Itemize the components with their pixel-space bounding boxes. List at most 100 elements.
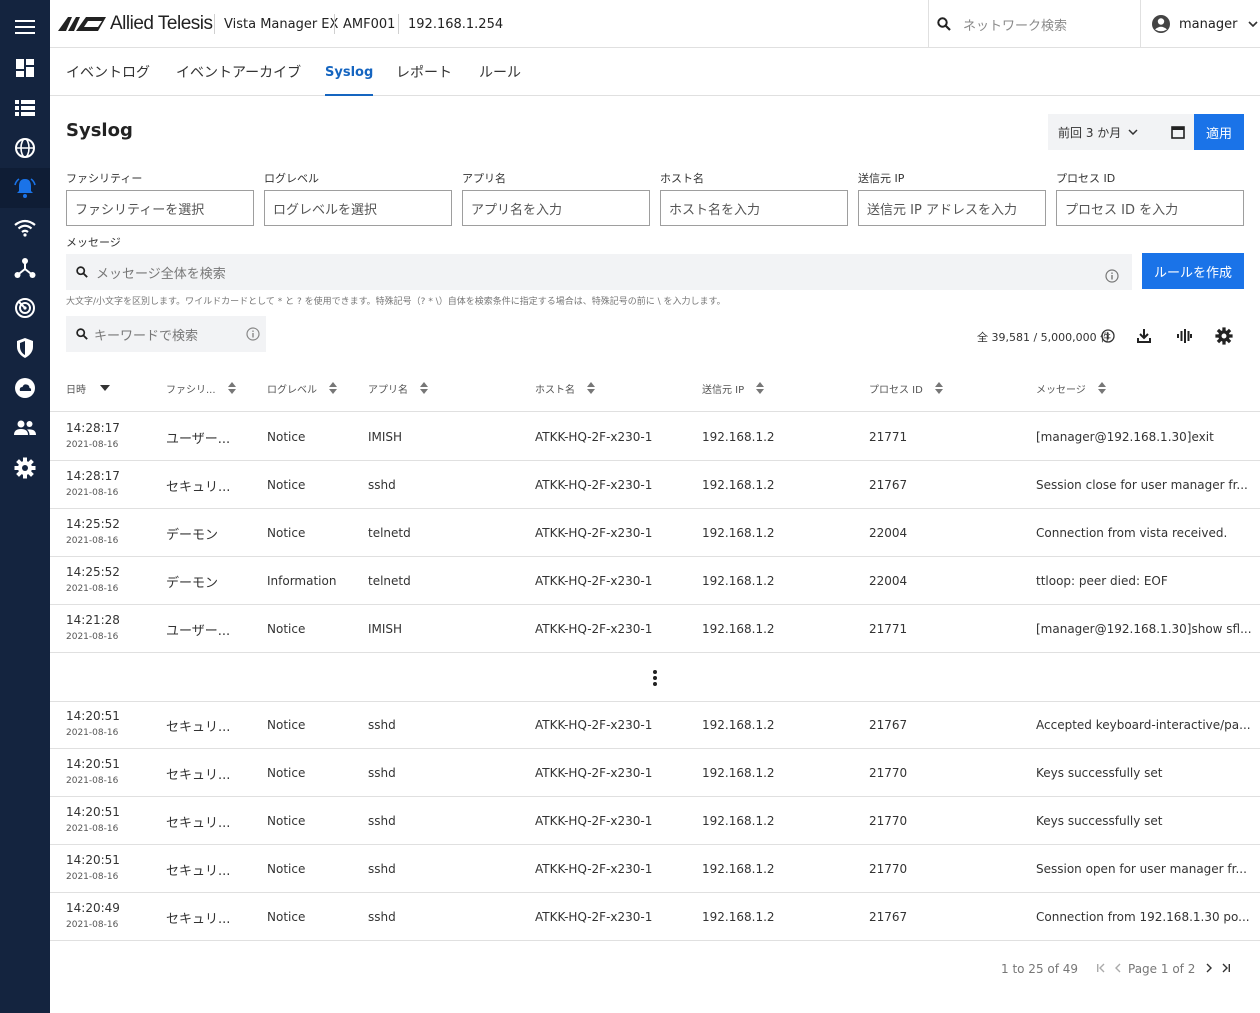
tab-event-log[interactable]: イベントログ <box>66 48 150 96</box>
download-icon[interactable] <box>1136 328 1152 344</box>
message-label: メッセージ <box>66 236 121 249</box>
menu-icon[interactable] <box>0 7 50 47</box>
apply-button[interactable]: 適用 <box>1194 114 1244 150</box>
first-page-icon[interactable] <box>1096 963 1106 973</box>
table-header: 日時 ファシリ... ログレベル アプリ名 ホスト名 送信元 IP プロセス I… <box>50 364 1260 412</box>
host-input[interactable]: ホスト名を入力 <box>660 190 848 226</box>
page-title: Syslog <box>66 120 133 141</box>
host-label: ホスト名 <box>660 172 704 185</box>
last-page-icon[interactable] <box>1221 963 1231 973</box>
globe-icon[interactable] <box>0 128 50 168</box>
srcip-label: 送信元 IP <box>858 172 905 185</box>
keyword-search[interactable]: キーワードで検索 <box>66 316 266 352</box>
list-icon[interactable] <box>0 88 50 128</box>
pagination-range: 1 to 25 of 49 <box>1001 962 1079 976</box>
date-range-value: 前回 3 か月 <box>1058 125 1122 140</box>
message-search[interactable]: メッセージ全体を検索 <box>66 254 1132 290</box>
rows-collapsed-indicator[interactable] <box>50 654 1260 702</box>
chevron-down-icon <box>1248 21 1259 27</box>
col-host[interactable]: ホスト名 <box>535 364 595 412</box>
allied-telesis-logo-icon <box>58 17 106 31</box>
record-count: 全 39,581 / 5,000,000 件 <box>977 331 1112 344</box>
user-menu[interactable]: manager <box>1140 0 1260 48</box>
tab-rule[interactable]: ルール <box>479 48 521 96</box>
radar-icon[interactable] <box>0 288 50 328</box>
facility-select[interactable]: ファシリティーを選択 <box>66 190 254 226</box>
table-row[interactable]: 14:21:28 2021-08-16 ユーザー... Notice IMISH … <box>50 605 1260 653</box>
loglevel-select[interactable]: ログレベルを選択 <box>264 190 452 226</box>
table-row[interactable]: 14:20:51 2021-08-16 セキュリ... Notice sshd A… <box>50 701 1260 749</box>
tab-report[interactable]: レポート <box>396 48 452 96</box>
tab-bar: イベントログ イベントアーカイブ Syslog レポート ルール <box>50 48 1260 96</box>
cloud-icon[interactable] <box>0 368 50 408</box>
device-name[interactable]: AMF001 <box>343 0 395 48</box>
brand-name: Allied Telesis <box>110 13 213 34</box>
col-loglevel[interactable]: ログレベル <box>267 364 337 412</box>
date-range-select[interactable]: 前回 3 か月 <box>1048 114 1194 150</box>
info-icon[interactable] <box>1105 269 1119 283</box>
table-row[interactable]: 14:25:52 2021-08-16 デーモン Notice telnetd A… <box>50 509 1260 557</box>
pagination-page: Page 1 of 2 <box>1128 962 1196 976</box>
app-input[interactable]: アプリ名を入力 <box>462 190 650 226</box>
create-rule-button[interactable]: ルールを作成 <box>1142 253 1244 289</box>
calendar-icon[interactable] <box>1171 125 1186 139</box>
search-hint: 大文字/小文字を区別します。ワイルドカードとして * と ? を使用できます。特… <box>66 297 726 307</box>
settings-icon[interactable] <box>1215 327 1233 345</box>
top-bar: Allied Telesis Vista Manager EX AMF001 1… <box>50 0 1260 48</box>
col-datetime[interactable]: 日時 <box>66 364 110 412</box>
topology-icon[interactable] <box>0 248 50 288</box>
tab-event-archive[interactable]: イベントアーカイブ <box>176 48 301 96</box>
table-row[interactable]: 14:20:51 2021-08-16 セキュリ... Notice sshd A… <box>50 845 1260 893</box>
wifi-icon[interactable] <box>0 208 50 248</box>
prev-page-icon[interactable] <box>1114 963 1122 973</box>
search-icon <box>76 266 88 278</box>
shield-icon[interactable] <box>0 328 50 368</box>
product-name: Vista Manager EX <box>224 16 339 32</box>
col-app[interactable]: アプリ名 <box>368 364 428 412</box>
table-row[interactable]: 14:28:17 2021-08-16 ユーザー... Notice IMISH … <box>50 413 1260 461</box>
waveform-icon[interactable] <box>1176 328 1192 344</box>
table-row[interactable]: 14:20:49 2021-08-16 セキュリ... Notice sshd A… <box>50 893 1260 941</box>
search-icon <box>76 328 88 340</box>
loglevel-label: ログレベル <box>264 172 319 185</box>
table-row[interactable]: 14:25:52 2021-08-16 デーモン Information teln… <box>50 557 1260 605</box>
sort-icon <box>420 382 428 394</box>
next-page-icon[interactable] <box>1205 963 1213 973</box>
info-icon[interactable] <box>246 327 260 341</box>
sort-icon <box>587 382 595 394</box>
chevron-down-icon <box>1128 129 1138 135</box>
network-search-input[interactable]: ネットワーク検索 <box>963 15 1067 34</box>
sidebar <box>0 0 50 1013</box>
more-vertical-icon <box>653 669 657 686</box>
sort-icon <box>756 382 765 394</box>
col-message[interactable]: メッセージ <box>1036 364 1106 412</box>
pid-label: プロセス ID <box>1056 172 1116 185</box>
pid-input[interactable]: プロセス ID を入力 <box>1056 190 1244 226</box>
users-icon[interactable] <box>0 408 50 448</box>
network-search[interactable]: ネットワーク検索 <box>928 0 1140 48</box>
col-facility[interactable]: ファシリ... <box>166 364 236 412</box>
dashboard-icon[interactable] <box>0 48 50 88</box>
gear-icon[interactable] <box>0 448 50 488</box>
account-circle-icon <box>1152 15 1170 33</box>
col-pid[interactable]: プロセス ID <box>869 364 943 412</box>
tab-syslog[interactable]: Syslog <box>325 48 374 96</box>
app-label: アプリ名 <box>462 172 506 185</box>
sort-icon <box>1097 382 1106 394</box>
user-name: manager <box>1179 16 1238 32</box>
sort-icon <box>227 382 236 394</box>
srcip-input[interactable]: 送信元 IP アドレスを入力 <box>858 190 1046 226</box>
table-row[interactable]: 14:20:51 2021-08-16 セキュリ... Notice sshd A… <box>50 797 1260 845</box>
sort-desc-icon <box>100 385 110 391</box>
brand-logo[interactable]: Allied Telesis <box>58 13 213 34</box>
info-icon[interactable] <box>1101 329 1115 343</box>
table-row[interactable]: 14:20:51 2021-08-16 セキュリ... Notice sshd A… <box>50 749 1260 797</box>
keyword-search-input[interactable]: キーワードで検索 <box>94 325 198 344</box>
bell-icon[interactable] <box>0 168 50 208</box>
table-row[interactable]: 14:28:17 2021-08-16 セキュリ... Notice sshd A… <box>50 461 1260 509</box>
message-search-input[interactable]: メッセージ全体を検索 <box>96 263 226 282</box>
col-srcip[interactable]: 送信元 IP <box>702 364 765 412</box>
facility-label: ファシリティー <box>66 172 143 185</box>
sort-icon <box>934 382 943 394</box>
sort-icon <box>329 382 337 394</box>
